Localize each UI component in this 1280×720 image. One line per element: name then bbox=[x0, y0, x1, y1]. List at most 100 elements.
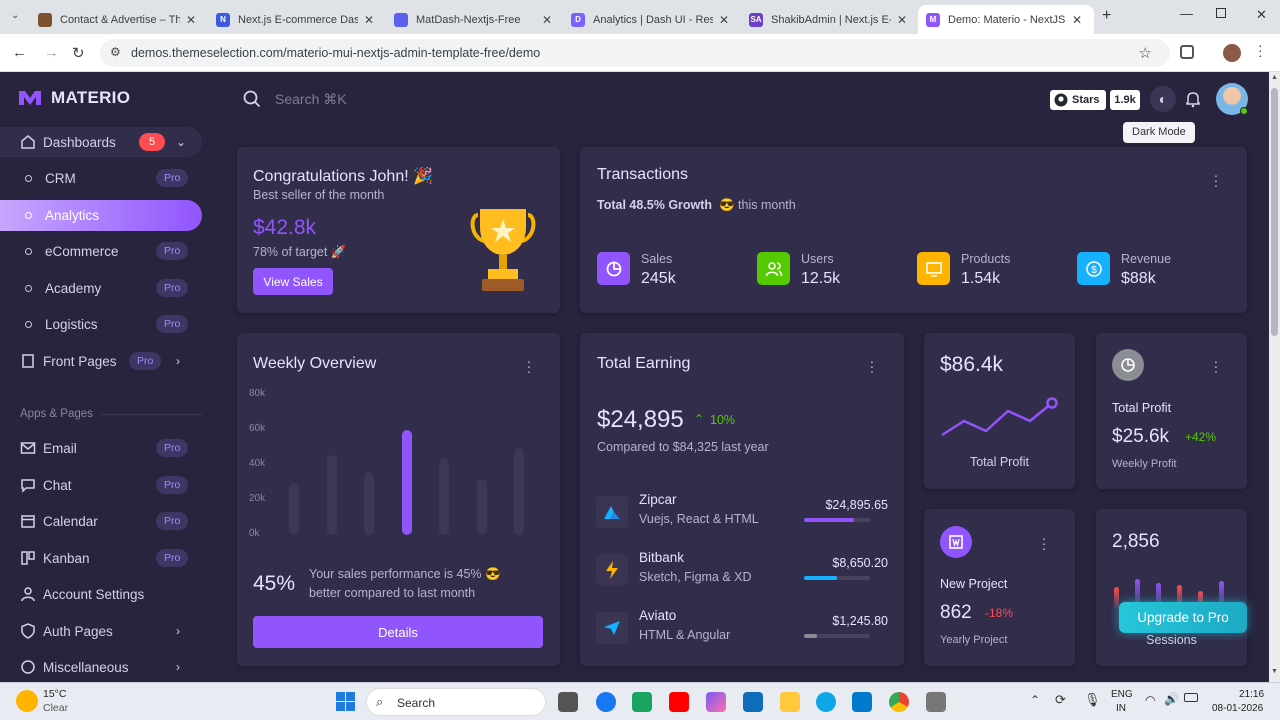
pro-badge: Pro bbox=[156, 439, 189, 457]
battery-icon[interactable] bbox=[1184, 693, 1198, 702]
browser-tab[interactable]: MatDash-Nextjs-Free ✕ bbox=[386, 5, 560, 34]
target-text: 78% of target 🚀 bbox=[253, 245, 347, 259]
more-vertical-icon[interactable]: · · · bbox=[869, 354, 875, 378]
stat-value: 1.54k bbox=[961, 270, 1001, 287]
sidebar-item-email[interactable]: Email Pro bbox=[0, 433, 202, 463]
edge-icon[interactable] bbox=[816, 692, 836, 712]
close-icon[interactable]: ✕ bbox=[719, 13, 729, 27]
chrome-icon[interactable] bbox=[889, 692, 909, 712]
chart-bar[interactable] bbox=[439, 458, 449, 535]
shield-icon bbox=[21, 623, 35, 639]
reload-icon[interactable]: ↻ bbox=[72, 44, 85, 62]
scroll-up-icon[interactable]: ▲ bbox=[1271, 74, 1278, 81]
sidebar-item-ecommerce[interactable]: eCommerce Pro bbox=[0, 236, 202, 266]
site-info-icon[interactable]: ⚙ bbox=[110, 45, 121, 59]
chevron-up-icon[interactable]: ⌃ bbox=[1030, 693, 1040, 707]
sidebar-item-account-settings[interactable]: Account Settings bbox=[0, 579, 202, 609]
back-icon[interactable]: ← bbox=[12, 44, 27, 61]
browser-tab[interactable]: Contact & Advertise – The ✕ bbox=[30, 5, 204, 34]
stars-count[interactable]: 1.9k bbox=[1110, 90, 1140, 110]
chart-bar[interactable] bbox=[401, 430, 412, 535]
vscode-icon[interactable] bbox=[852, 692, 872, 712]
profile-avatar[interactable] bbox=[1223, 44, 1241, 62]
microphone-icon[interactable]: 🎙 bbox=[1084, 692, 1101, 708]
taskbar-search[interactable]: ⌕ Search bbox=[366, 688, 546, 716]
close-icon[interactable]: ✕ bbox=[186, 13, 196, 27]
close-icon[interactable]: ✕ bbox=[1072, 13, 1082, 27]
task-view-icon[interactable] bbox=[558, 692, 578, 712]
sidebar-item-academy[interactable]: Academy Pro bbox=[0, 273, 202, 303]
weather-icon[interactable] bbox=[16, 690, 38, 712]
lang-bottom[interactable]: IN bbox=[1116, 703, 1126, 714]
sync-icon[interactable]: ⟳ bbox=[1055, 692, 1066, 708]
browser-tab-active[interactable]: M Demo: Materio - NextJS D ✕ bbox=[918, 5, 1094, 34]
forward-icon[interactable]: → bbox=[44, 44, 59, 61]
chart-bar[interactable] bbox=[476, 479, 487, 535]
details-button[interactable]: Details bbox=[253, 616, 543, 648]
page-scrollbar[interactable]: ▲ ▼ bbox=[1269, 72, 1280, 682]
tab-search-chevron-icon[interactable]: ⌄ bbox=[11, 10, 19, 21]
windows-start-icon[interactable] bbox=[336, 692, 355, 711]
sidebar-item-calendar[interactable]: Calendar Pro bbox=[0, 506, 202, 536]
chart-bar[interactable] bbox=[289, 483, 299, 535]
copilot-icon[interactable] bbox=[706, 692, 726, 712]
youtube-icon[interactable] bbox=[669, 692, 689, 712]
scrollbar-thumb[interactable] bbox=[1271, 88, 1278, 336]
sidebar-item-chat[interactable]: Chat Pro bbox=[0, 470, 202, 500]
minimize-button[interactable]: — bbox=[1180, 6, 1193, 21]
chart-bar[interactable] bbox=[326, 455, 337, 535]
wifi-icon[interactable]: ◠ bbox=[1145, 693, 1155, 707]
sessions-value: 2,856 bbox=[1112, 531, 1160, 552]
sidebar-item-front-pages[interactable]: Front Pages Pro › bbox=[0, 346, 202, 376]
store-icon[interactable] bbox=[632, 692, 652, 712]
browser-tab[interactable]: N Next.js E-commerce Dashb ✕ bbox=[208, 5, 382, 34]
url-text[interactable]: demos.themeselection.com/materio-mui-nex… bbox=[131, 46, 540, 60]
close-icon[interactable]: ✕ bbox=[364, 13, 374, 27]
url-field[interactable]: ⚙ demos.themeselection.com/materio-mui-n… bbox=[100, 39, 1170, 67]
clock-time[interactable]: 21:16 bbox=[1239, 689, 1264, 700]
github-stars-button[interactable]: Stars bbox=[1050, 90, 1106, 110]
search-icon[interactable] bbox=[243, 90, 261, 108]
more-vertical-icon[interactable]: · · · bbox=[1213, 354, 1219, 378]
search-input[interactable]: Search ⌘K bbox=[275, 91, 347, 108]
more-vertical-icon[interactable]: · · · bbox=[526, 354, 532, 378]
close-icon[interactable]: ✕ bbox=[897, 13, 907, 27]
chart-bar[interactable] bbox=[514, 448, 524, 535]
chart-bar[interactable] bbox=[364, 472, 374, 535]
sidebar-item-crm[interactable]: CRM Pro bbox=[0, 163, 202, 193]
close-icon[interactable]: ✕ bbox=[542, 13, 552, 27]
progress-track bbox=[804, 518, 870, 522]
facebook-icon[interactable] bbox=[596, 692, 616, 712]
bookmark-star-icon[interactable]: ☆ bbox=[1139, 44, 1152, 62]
lang-top[interactable]: ENG bbox=[1111, 689, 1133, 700]
sidebar-item-kanban[interactable]: Kanban Pro bbox=[0, 543, 202, 573]
upgrade-to-pro-button[interactable]: Upgrade to Pro bbox=[1119, 602, 1247, 633]
view-sales-button[interactable]: View Sales bbox=[253, 268, 333, 295]
sidebar-item-dashboards[interactable]: Dashboards 5 ⌄ bbox=[0, 127, 202, 157]
brand-logo[interactable]: MATERIO bbox=[18, 88, 130, 108]
browser-menu-icon[interactable]: · · · bbox=[1258, 38, 1263, 62]
performance-text-2: better compared to last month bbox=[309, 586, 476, 600]
outlook-icon[interactable] bbox=[743, 692, 763, 712]
sidebar-item-analytics[interactable]: Analytics bbox=[0, 200, 202, 231]
browser-tab[interactable]: D Analytics | Dash UI - Respo ✕ bbox=[563, 5, 737, 34]
snipping-tool-icon[interactable] bbox=[926, 692, 946, 712]
file-explorer-icon[interactable] bbox=[780, 692, 800, 712]
clock-date[interactable]: 08-01-2026 bbox=[1212, 703, 1263, 714]
new-tab-button[interactable]: + bbox=[1102, 7, 1111, 25]
sidebar-item-logistics[interactable]: Logistics Pro bbox=[0, 309, 202, 339]
more-vertical-icon[interactable]: · · · bbox=[1213, 168, 1219, 192]
browser-tab[interactable]: SA ShakibAdmin | Next.js E-co ✕ bbox=[741, 5, 915, 34]
sidebar-item-miscellaneous[interactable]: Miscellaneous › bbox=[0, 652, 202, 682]
maximize-button[interactable] bbox=[1216, 8, 1226, 18]
more-vertical-icon[interactable]: · · · bbox=[1041, 531, 1047, 555]
volume-icon[interactable]: 🔊 bbox=[1164, 692, 1179, 706]
pro-badge: Pro bbox=[156, 242, 189, 260]
scroll-down-icon[interactable]: ▼ bbox=[1271, 668, 1278, 675]
close-window-button[interactable]: ✕ bbox=[1256, 7, 1267, 23]
mail-icon bbox=[20, 442, 36, 454]
notification-bell-icon[interactable] bbox=[1184, 90, 1202, 108]
extensions-icon[interactable] bbox=[1180, 45, 1194, 59]
sidebar-item-auth-pages[interactable]: Auth Pages › bbox=[0, 616, 202, 646]
theme-toggle-icon[interactable]: ◐ bbox=[1150, 86, 1176, 112]
